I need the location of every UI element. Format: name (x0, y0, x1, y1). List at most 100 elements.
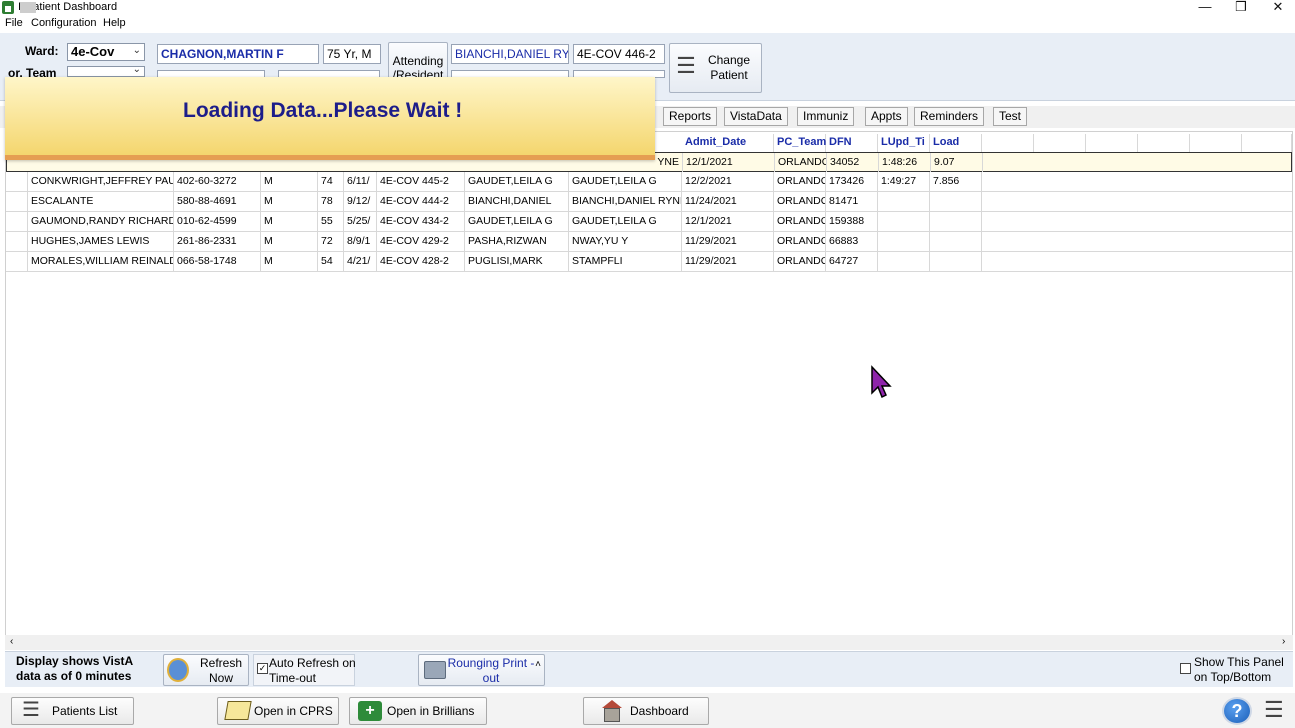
cell-pcp: GAUDET,LEILA G (569, 212, 682, 231)
cell-attending: GAUDET,LEILA G (465, 212, 569, 231)
refresh-icon (167, 658, 189, 682)
open-cprs-label: Open in CPRS (254, 704, 333, 718)
horizontal-scrollbar[interactable] (5, 635, 1293, 650)
tab-vistadata[interactable]: VistaData (724, 107, 788, 126)
cell-sex: M (261, 252, 318, 271)
data-age-status: Display shows VistA data as of 0 minutes (16, 654, 133, 683)
cell-pc-team: ORLANDO (774, 192, 826, 211)
cell-load (930, 252, 982, 271)
dashboard-button[interactable]: Dashboard (583, 697, 709, 725)
chevron-up-icon: ˄ (535, 659, 541, 670)
ward-label: Ward: (25, 44, 59, 58)
cell-age: 55 (318, 212, 344, 231)
help-button[interactable]: ? (1222, 697, 1252, 725)
cell-admit-date: 12/1/2021 (683, 153, 775, 172)
cell-admit-date: 12/1/2021 (682, 212, 774, 231)
cell-lupd-time (878, 232, 930, 251)
table-row[interactable]: ESCALANTE 580-88-4691 M 78 9/12/ 4E-COV … (6, 192, 1292, 212)
show-panel-label: Show This Panel on Top/Bottom (1194, 655, 1284, 684)
menu-list-icon[interactable]: ☰ (1264, 699, 1284, 721)
rounding-printout-label: Rounging Print -out (447, 656, 535, 685)
cell-room-bed: 4E-COV 428-2 (377, 252, 465, 271)
cell-age: 54 (318, 252, 344, 271)
cell-admit-date: 11/29/2021 (682, 232, 774, 251)
cell-pc-team: ORLANDO (774, 172, 826, 191)
menu-configuration[interactable]: Configuration (31, 17, 96, 29)
change-patient-label: Change Patient (707, 53, 751, 82)
bed-field: 4E-COV 446-2 (573, 44, 665, 64)
cell-ssn: 580-88-4691 (174, 192, 261, 211)
patients-list-button[interactable]: ☰ Patients List (11, 697, 134, 725)
cell-dfn: 159388 (826, 212, 878, 231)
column-header-lupd-time[interactable]: LUpd_Ti (878, 134, 930, 152)
attending-resident-button[interactable]: Attending /Resident (388, 42, 448, 82)
table-row[interactable]: GAUMOND,RANDY RICHARD 010-62-4599 M 55 5… (6, 212, 1292, 232)
cell-age: 78 (318, 192, 344, 211)
ward-select[interactable]: 4e-Cov ⌄ (67, 43, 145, 61)
change-patient-button[interactable]: ☰ Change Patient (669, 43, 762, 93)
app-lock-icon (2, 1, 14, 14)
refresh-now-button[interactable]: Refresh Now (163, 654, 249, 686)
minimize-button[interactable]: — (1189, 0, 1221, 14)
cell-lupd-time: 1:49:27 (878, 172, 930, 191)
menu-bar (0, 16, 1295, 33)
auto-refresh-toggle[interactable]: ✓ Auto Refresh on Time-out (253, 654, 356, 686)
table-row[interactable]: CONKWRIGHT,JEFFREY PAUL 402-60-3272 M 74… (6, 172, 1292, 192)
tab-reminders[interactable]: Reminders (914, 107, 985, 126)
open-brillians-label: Open in Brillians (387, 704, 475, 718)
cell-dob: 4/21/ (344, 252, 377, 271)
column-header-admit-date[interactable]: Admit_Date (682, 134, 774, 152)
cell-lupd-time (878, 252, 930, 271)
rounding-printout-button[interactable]: Rounging Print -out ˄ (418, 654, 545, 686)
row-indicator (6, 192, 28, 211)
cell-load (930, 212, 982, 231)
cell-pcp: STAMPFLI (569, 252, 682, 271)
close-button[interactable]: ✕ (1262, 0, 1294, 14)
chevron-down-icon: ⌄ (132, 64, 141, 75)
scroll-right-icon[interactable]: › (1282, 636, 1285, 647)
cell-pc-team: ORLANDO (774, 212, 826, 231)
restore-button[interactable]: ❒ (1225, 0, 1257, 14)
cell-patient-name: CONKWRIGHT,JEFFREY PAUL (28, 172, 174, 191)
open-brillians-button[interactable]: + Open in Brillians (349, 697, 487, 725)
cell-attending: BIANCHI,DANIEL (465, 192, 569, 211)
title-bar (0, 0, 1295, 16)
cell-ssn: 010-62-4599 (174, 212, 261, 231)
open-cprs-button[interactable]: Open in CPRS (217, 697, 339, 725)
cell-ssn: 066-58-1748 (174, 252, 261, 271)
scroll-left-icon[interactable]: ‹ (10, 636, 13, 647)
cell-attending: PASHA,RIZWAN (465, 232, 569, 251)
cell-age: 72 (318, 232, 344, 251)
table-row[interactable]: HUGHES,JAMES LEWIS 261-86-2331 M 72 8/9/… (6, 232, 1292, 252)
column-header-pc-team[interactable]: PC_Team (774, 134, 826, 152)
cell-sex: M (261, 232, 318, 251)
cell-admit-date: 12/2/2021 (682, 172, 774, 191)
cell-room-bed: 4E-COV 445-2 (377, 172, 465, 191)
tab-immuniz[interactable]: Immuniz (797, 107, 855, 126)
patients-grid[interactable]: Admit_Date PC_Team DFN LUpd_Ti Load YNE … (5, 131, 1293, 641)
auto-refresh-checkbox[interactable]: ✓ (257, 663, 268, 674)
column-header-dfn[interactable]: DFN (826, 134, 878, 152)
column-header-empty (1190, 134, 1242, 152)
ward-select-value: 4e-Cov (71, 44, 115, 59)
cell-sex: M (261, 172, 318, 191)
menu-file[interactable]: File (5, 17, 23, 29)
cell-dfn: 173426 (826, 172, 878, 191)
menu-help[interactable]: Help (103, 17, 126, 29)
cell-load (930, 192, 982, 211)
table-row[interactable]: MORALES,WILLIAM REINALDO 066-58-1748 M 5… (6, 252, 1292, 272)
scrollbar-thumb[interactable] (20, 2, 36, 13)
column-header-load[interactable]: Load (930, 134, 982, 152)
cell-load: 9.07 (931, 153, 983, 172)
tab-reports[interactable]: Reports (663, 107, 718, 126)
cell-load (930, 232, 982, 251)
tab-test[interactable]: Test (993, 107, 1028, 126)
cell-sex: M (261, 192, 318, 211)
show-panel-checkbox[interactable] (1180, 663, 1191, 674)
cell-dob: 6/11/ (344, 172, 377, 191)
cell-room-bed: 4E-COV 429-2 (377, 232, 465, 251)
dashboard-label: Dashboard (630, 704, 689, 718)
cell-dob: 5/25/ (344, 212, 377, 231)
team-select[interactable]: ⌄ (67, 64, 145, 77)
tab-appts[interactable]: Appts (865, 107, 908, 126)
